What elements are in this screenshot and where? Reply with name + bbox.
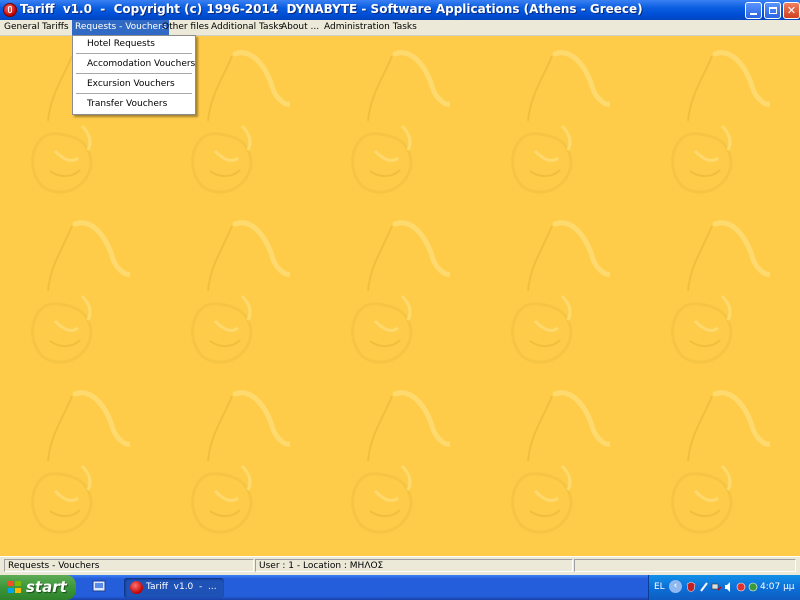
security-icon[interactable] [736,581,746,593]
status-panel-extra [574,559,796,572]
clock[interactable]: 4:07 μμ [760,582,795,592]
menu-bar: General Tariffs Requests - Vouchers Othe… [0,20,800,36]
watermark-graphic [500,216,610,366]
watermark-graphic [500,46,610,196]
tariff-app-icon [130,581,143,594]
watermark-graphic [340,46,450,196]
language-indicator[interactable]: EL [654,582,665,592]
minimize-button[interactable] [745,2,762,19]
taskbar-button-label: Tariff v1.0 - ... [146,582,217,592]
network-icon[interactable] [711,581,721,593]
menu-tariffs[interactable]: Tariffs [39,20,72,35]
menu-administration-tasks[interactable]: Administration Tasks [321,20,420,35]
menu-additional-tasks[interactable]: Additional Tasks [208,20,286,35]
watermark-graphic [340,216,450,366]
start-label: start [26,578,67,596]
requests-vouchers-dropdown: Hotel Requests Accomodation Vouchers Exc… [72,35,196,115]
title-bar[interactable]: Tariff v1.0 - Copyright (c) 1996-2014 DY… [0,0,800,20]
show-desktop-icon[interactable] [92,579,106,594]
app-icon[interactable] [3,3,17,17]
status-panel-user-location: User : 1 - Location : ΜΗΛΟΣ [255,559,573,572]
menu-other-files[interactable]: Other files [159,20,212,35]
menu-separator [76,53,192,54]
menu-item-transfer-vouchers[interactable]: Transfer Vouchers [87,99,167,109]
system-tray: EL ‹ 4:07 μμ [648,575,800,600]
taskbar: start Tariff v1.0 - ... EL ‹ 4:07 μμ [0,575,800,600]
close-button[interactable]: ✕ [783,2,800,19]
menu-item-excursion-vouchers[interactable]: Excursion Vouchers [87,79,175,89]
watermark-graphic [660,216,770,366]
menu-separator [76,73,192,74]
status-bar: Requests - Vouchers User : 1 - Location … [0,556,800,575]
menu-separator [76,93,192,94]
watermark-graphic [20,216,130,366]
menu-about[interactable]: About ... [278,20,322,35]
show-hidden-icons-icon[interactable]: ‹ [669,580,682,593]
taskbar-button-tariff[interactable]: Tariff v1.0 - ... [124,578,224,598]
watermark-graphic [180,386,290,536]
windows-flag-icon [8,581,22,594]
watermark-graphic [20,386,130,536]
menu-requests-vouchers[interactable]: Requests - Vouchers [72,20,170,35]
close-icon: ✕ [786,4,797,17]
watermark-graphic [180,46,290,196]
watermark-graphic [660,386,770,536]
start-button[interactable]: start [0,575,76,600]
watermark-graphic [500,386,610,536]
menu-item-hotel-requests[interactable]: Hotel Requests [87,39,155,49]
speaker-icon[interactable] [724,581,734,593]
pen-icon[interactable] [699,581,709,593]
menu-item-accomodation-vouchers[interactable]: Accomodation Vouchers [87,59,195,69]
watermark-graphic [340,386,450,536]
watermark-graphic [180,216,290,366]
minimize-icon [750,13,757,15]
connection-icon[interactable] [748,581,758,593]
shield-icon[interactable] [686,581,696,593]
window-title: Tariff v1.0 - Copyright (c) 1996-2014 DY… [20,2,643,16]
restore-button[interactable] [764,2,781,19]
watermark-graphic [660,46,770,196]
menu-general[interactable]: General [1,20,42,35]
restore-icon [768,7,777,14]
status-panel-section: Requests - Vouchers [4,559,254,572]
